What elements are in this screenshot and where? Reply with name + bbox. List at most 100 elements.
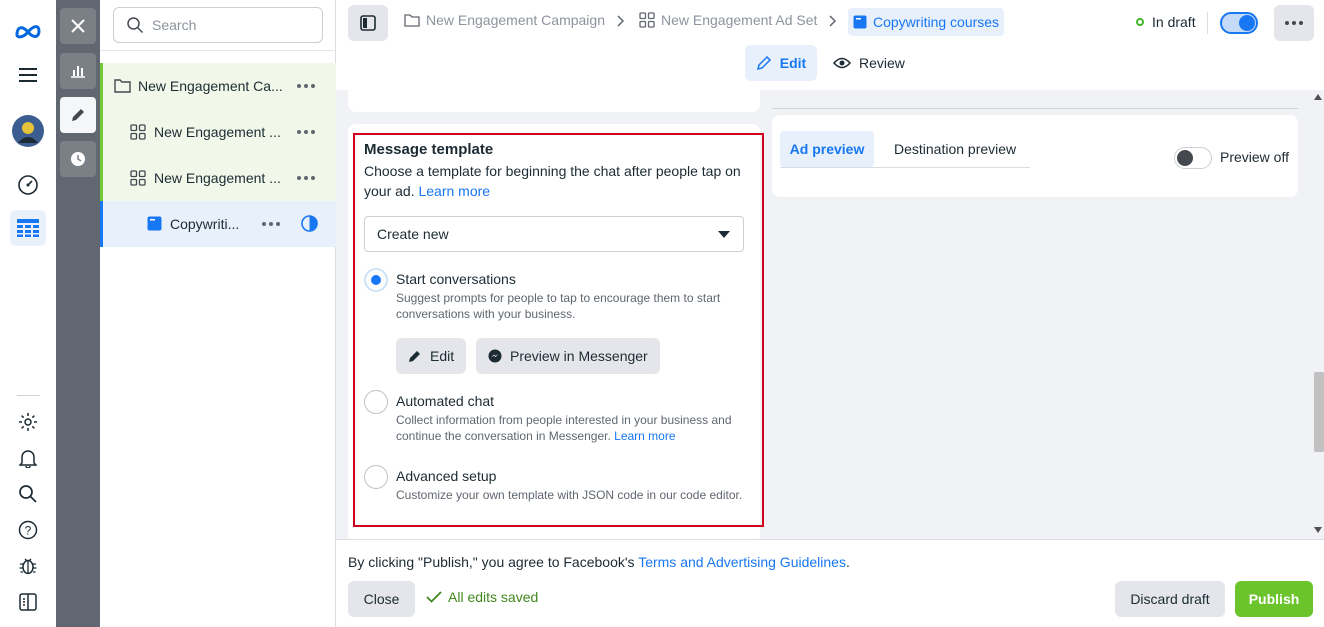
chevron-right-icon — [617, 15, 625, 27]
close-button[interactable]: Close — [348, 581, 415, 617]
tree-item-adset[interactable]: New Engagement ... — [100, 109, 336, 155]
charts-button[interactable] — [60, 53, 96, 89]
preview-in-messenger-button[interactable]: Preview in Messenger — [476, 338, 660, 374]
rail-divider — [17, 395, 40, 396]
panel-toggle-icon[interactable] — [10, 584, 46, 620]
section-title: Message template — [364, 141, 494, 158]
tree-item-adset[interactable]: New Engagement ... — [100, 155, 336, 201]
report-bug-icon[interactable] — [10, 548, 46, 584]
scroll-down-icon[interactable] — [1314, 527, 1322, 533]
button-label: Edit — [430, 348, 455, 364]
more-options-icon[interactable] — [297, 130, 315, 134]
pencil-icon — [72, 109, 84, 121]
more-actions-button[interactable] — [1274, 5, 1314, 41]
ad-icon — [147, 216, 162, 231]
breadcrumb-label: Copywriting courses — [873, 14, 1000, 30]
edit-mode-button[interactable] — [60, 97, 96, 133]
option-description: Customize your own template with JSON co… — [396, 488, 743, 502]
option-title: Start conversations — [396, 271, 516, 287]
preview-toggle[interactable] — [1174, 147, 1212, 169]
option-description-text: Collect information from people interest… — [396, 413, 732, 443]
global-nav-rail: ? — [0, 0, 56, 627]
option-description: Suggest prompts for people to tap to enc… — [396, 291, 721, 321]
more-options-icon[interactable] — [297, 176, 315, 180]
preview-card: Ad preview Destination preview Preview o… — [772, 115, 1298, 197]
option-title: Automated chat — [396, 393, 495, 409]
settings-gear-icon[interactable] — [10, 404, 46, 440]
terms-link[interactable]: Terms and Advertising Guidelines — [638, 554, 846, 570]
chevron-right-icon — [829, 15, 837, 27]
scroll-up-icon[interactable] — [1314, 94, 1322, 100]
status-text: In draft — [1152, 14, 1196, 30]
notifications-bell-icon[interactable] — [10, 440, 46, 476]
edit-template-button[interactable]: Edit — [396, 338, 467, 374]
button-label: Preview in Messenger — [510, 348, 648, 364]
account-avatar[interactable] — [10, 113, 46, 149]
toggle-knob — [1177, 150, 1193, 166]
close-icon — [71, 19, 85, 33]
toggle-sidebar-button[interactable] — [348, 5, 388, 41]
radio-automated-chat[interactable] — [364, 390, 388, 414]
caret-down-icon — [718, 231, 730, 238]
template-select[interactable]: Create new — [364, 216, 744, 252]
preview-divider — [772, 108, 1298, 109]
dashboard-gauge-icon[interactable] — [10, 167, 46, 203]
tab-review[interactable]: Review — [833, 45, 905, 81]
tab-edit[interactable]: Edit — [745, 45, 817, 81]
select-value: Create new — [377, 226, 449, 242]
tab-label: Edit — [779, 55, 807, 71]
folder-icon — [404, 14, 420, 27]
search-icon — [127, 17, 144, 34]
ads-manager-table-icon[interactable] — [10, 210, 46, 246]
messenger-icon — [488, 349, 502, 363]
discard-draft-button[interactable]: Discard draft — [1115, 581, 1225, 617]
toggle-knob — [1239, 15, 1255, 31]
tree-item-label: Copywriti... — [170, 216, 240, 232]
history-button[interactable] — [60, 141, 96, 177]
content-scrollbar[interactable] — [1311, 90, 1324, 539]
terms-text: By clicking "Publish," you agree to Face… — [348, 554, 635, 570]
campaign-on-off-toggle[interactable] — [1220, 12, 1258, 34]
terms-notice: By clicking "Publish," you agree to Face… — [348, 554, 850, 570]
more-options-icon[interactable] — [297, 84, 315, 88]
help-question-icon[interactable]: ? — [10, 512, 46, 548]
pencil-icon — [409, 351, 420, 362]
svg-text:?: ? — [25, 524, 32, 538]
learn-more-link[interactable]: Learn more — [614, 429, 675, 443]
scroll-thumb[interactable] — [1314, 372, 1324, 452]
breadcrumb-campaign[interactable]: New Engagement Campaign — [404, 5, 605, 35]
option-description: Collect information from people interest… — [396, 412, 746, 444]
section-description: Choose a template for beginning the chat… — [364, 161, 754, 201]
breadcrumb-label: New Engagement Campaign — [426, 12, 605, 28]
clock-icon — [71, 152, 85, 166]
learn-more-link[interactable]: Learn more — [418, 183, 490, 199]
hamburger-menu-icon[interactable] — [10, 57, 46, 93]
breadcrumb-label: New Engagement Ad Set — [661, 12, 818, 28]
radio-start-conversations[interactable] — [364, 268, 388, 292]
editor-footer: By clicking "Publish," you agree to Face… — [336, 539, 1324, 627]
tab-destination-preview[interactable]: Destination preview — [894, 131, 1016, 167]
folder-icon — [114, 78, 131, 93]
half-circle-status-icon — [301, 215, 318, 232]
publish-button[interactable]: Publish — [1235, 581, 1313, 617]
meta-logo-icon[interactable] — [10, 13, 46, 49]
editor-tool-strip — [56, 0, 100, 627]
breadcrumb-ad-current[interactable]: Copywriting courses — [848, 8, 1005, 36]
search-placeholder: Search — [152, 17, 197, 33]
tree-search-input[interactable]: Search — [113, 7, 323, 43]
tree-item-label: New Engagement ... — [154, 124, 281, 140]
search-icon[interactable] — [10, 476, 46, 512]
breadcrumb-adset[interactable]: New Engagement Ad Set — [639, 5, 817, 35]
preview-toggle-label: Preview off — [1220, 149, 1289, 165]
sidebar-icon — [360, 15, 376, 31]
tab-ad-preview[interactable]: Ad preview — [780, 131, 874, 167]
draft-status: In draft — [1136, 14, 1196, 30]
close-editor-button[interactable] — [60, 8, 96, 44]
radio-advanced-setup[interactable] — [364, 465, 388, 489]
tree-item-ad-selected[interactable]: Copywriti... — [100, 201, 336, 247]
status-dot-icon — [1136, 18, 1144, 26]
tree-item-campaign[interactable]: New Engagement Ca... — [100, 63, 336, 109]
more-options-icon[interactable] — [262, 222, 280, 226]
header-divider — [1207, 12, 1208, 34]
tree-item-label: New Engagement Ca... — [138, 78, 283, 94]
